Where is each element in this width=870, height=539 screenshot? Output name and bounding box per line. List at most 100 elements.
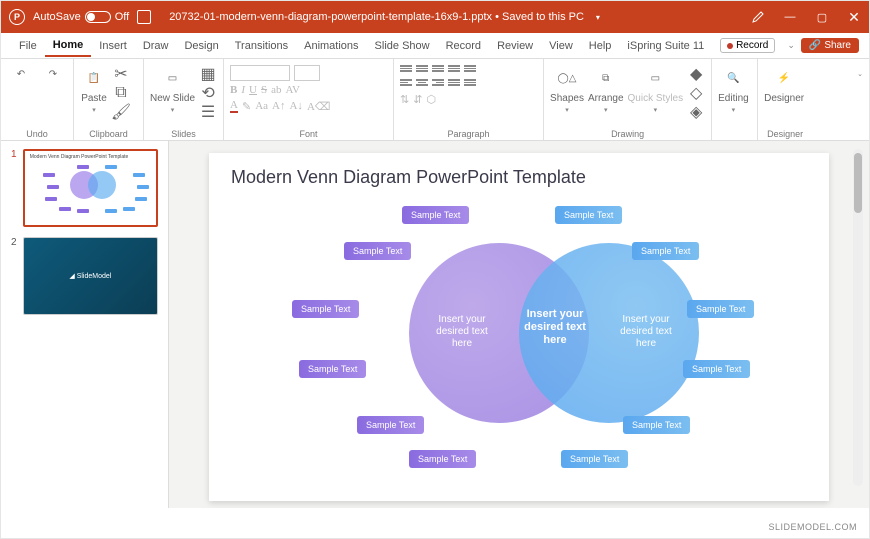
justify-icon[interactable] [448,79,460,89]
format-painter-icon[interactable]: 🖌 [112,103,130,121]
scrollbar-thumb[interactable] [854,153,862,213]
tab-animations[interactable]: Animations [296,36,366,56]
italic-button[interactable]: I [241,84,245,96]
tab-insert[interactable]: Insert [91,36,135,56]
grow-font-button[interactable]: A↑ [272,100,285,112]
sample-pill[interactable]: Sample Text [292,300,359,318]
text-direction-icon[interactable]: ⇅ [400,93,409,106]
cut-icon[interactable]: ✂ [112,65,130,83]
columns-icon[interactable] [464,79,476,89]
tab-record[interactable]: Record [438,36,489,56]
venn-text-center[interactable]: Insert your desired text here [520,308,590,348]
quick-styles-button[interactable]: ▭Quick Styles▾ [628,65,684,114]
arrange-button[interactable]: ⧉Arrange▾ [588,65,624,114]
autosave-toggle[interactable]: AutoSave Off [33,11,129,23]
shadow-button[interactable]: ab [271,84,281,96]
sample-pill[interactable]: Sample Text [561,450,628,468]
spacing-button[interactable]: AV [286,84,300,96]
sample-pill[interactable]: Sample Text [409,450,476,468]
indent-dec-icon[interactable] [432,65,444,75]
paste-button[interactable]: 📋Paste▾ [80,65,108,114]
tab-review[interactable]: Review [489,36,541,56]
maximize-icon[interactable]: ▢ [815,10,829,24]
align-center-icon[interactable] [416,79,428,89]
sample-pill[interactable]: Sample Text [555,206,622,224]
powerpoint-app-icon: P [9,9,25,25]
sample-pill[interactable]: Sample Text [687,300,754,318]
font-family-select[interactable] [230,65,290,81]
layout-icon[interactable]: ▦ [199,65,217,83]
thumb-2-wrap[interactable]: 2 ◢ SlideModel [11,237,158,315]
chevron-down-icon[interactable]: ▾ [596,13,600,22]
clear-format-button[interactable]: A⌫ [307,100,331,113]
tab-home[interactable]: Home [45,35,92,57]
line-spacing-icon[interactable] [464,65,476,75]
watermark: SLIDEMODEL.COM [768,522,857,532]
bold-button[interactable]: B [230,84,237,96]
tab-view[interactable]: View [541,36,581,56]
sample-pill[interactable]: Sample Text [402,206,469,224]
tab-ispring[interactable]: iSpring Suite 11 [619,36,712,56]
tab-file[interactable]: File [11,36,45,56]
highlight-button[interactable]: ✎ [242,100,251,113]
shapes-button[interactable]: ◯△Shapes▾ [550,65,584,114]
tab-transitions[interactable]: Transitions [227,36,296,56]
group-editing: 🔍Editing▾ [712,59,758,140]
close-icon[interactable]: ✕ [847,10,861,24]
tab-slideshow[interactable]: Slide Show [367,36,438,56]
minimize-icon[interactable]: — [783,10,797,24]
chevron-down-icon[interactable]: ⌄ [787,40,795,51]
slide[interactable]: Modern Venn Diagram PowerPoint Template … [209,153,829,501]
tab-draw[interactable]: Draw [135,36,177,56]
redo-button[interactable]: ↷ [39,65,67,83]
sample-pill[interactable]: Sample Text [623,416,690,434]
sample-pill[interactable]: Sample Text [299,360,366,378]
collapse-ribbon-icon[interactable]: ⌄ [857,71,863,78]
vertical-scrollbar[interactable] [853,149,863,486]
venn-text-right[interactable]: Insert your desired text here [611,314,681,350]
group-paragraph: ⇅ ⇵ ⬡ Paragraph [394,59,544,140]
slide-thumbnail-1[interactable]: Modern Venn Diagram PowerPoint Template [23,149,158,227]
slide-title[interactable]: Modern Venn Diagram PowerPoint Template [209,153,829,188]
designer-button[interactable]: ⚡Designer [764,65,804,104]
pencil-icon[interactable] [751,10,765,24]
strike-button[interactable]: S [261,84,267,96]
sample-pill[interactable]: Sample Text [683,360,750,378]
reset-icon[interactable]: ⟲ [199,84,217,102]
share-button[interactable]: 🔗 Share [801,38,859,53]
font-size-select[interactable] [294,65,320,81]
section-icon[interactable]: ☰ [199,103,217,121]
toggle-off-icon[interactable] [85,11,111,23]
editing-button[interactable]: 🔍Editing▾ [718,65,749,114]
sample-pill[interactable]: Sample Text [357,416,424,434]
align-left-icon[interactable] [400,79,412,89]
copy-icon[interactable]: ⧉ [112,84,130,102]
shrink-font-button[interactable]: A↓ [289,100,302,112]
numbering-icon[interactable] [416,65,428,75]
shapes-icon: ◯△ [554,65,580,91]
fill-icon[interactable]: ◆ [687,65,705,83]
case-button[interactable]: Aa [255,100,268,112]
undo-button[interactable]: ↶ [7,65,35,83]
align-right-icon[interactable] [432,79,444,89]
thumb-1-wrap[interactable]: 1 Modern Venn Diagram PowerPoint Templat… [11,149,158,227]
indent-inc-icon[interactable] [448,65,460,75]
tab-help[interactable]: Help [581,36,620,56]
bullets-icon[interactable] [400,65,412,75]
venn-text-left[interactable]: Insert your desired text here [427,314,497,350]
record-button[interactable]: Record [720,38,775,53]
save-icon[interactable] [137,10,151,24]
slide-thumbnail-2[interactable]: ◢ SlideModel [23,237,158,315]
sample-pill[interactable]: Sample Text [344,242,411,260]
outline-icon[interactable]: ◇ [687,84,705,102]
align-text-icon[interactable]: ⇵ [413,93,422,106]
underline-button[interactable]: U [249,84,257,96]
tab-design[interactable]: Design [176,36,226,56]
effects-icon[interactable]: ◈ [687,103,705,121]
document-title: 20732-01-modern-venn-diagram-powerpoint-… [169,11,584,23]
font-color-button[interactable]: A [230,99,238,113]
sample-pill[interactable]: Sample Text [632,242,699,260]
new-slide-button[interactable]: ▭New Slide▾ [150,65,195,114]
smartart-icon[interactable]: ⬡ [426,93,436,106]
thumbnail-panel: 1 Modern Venn Diagram PowerPoint Templat… [1,141,169,508]
